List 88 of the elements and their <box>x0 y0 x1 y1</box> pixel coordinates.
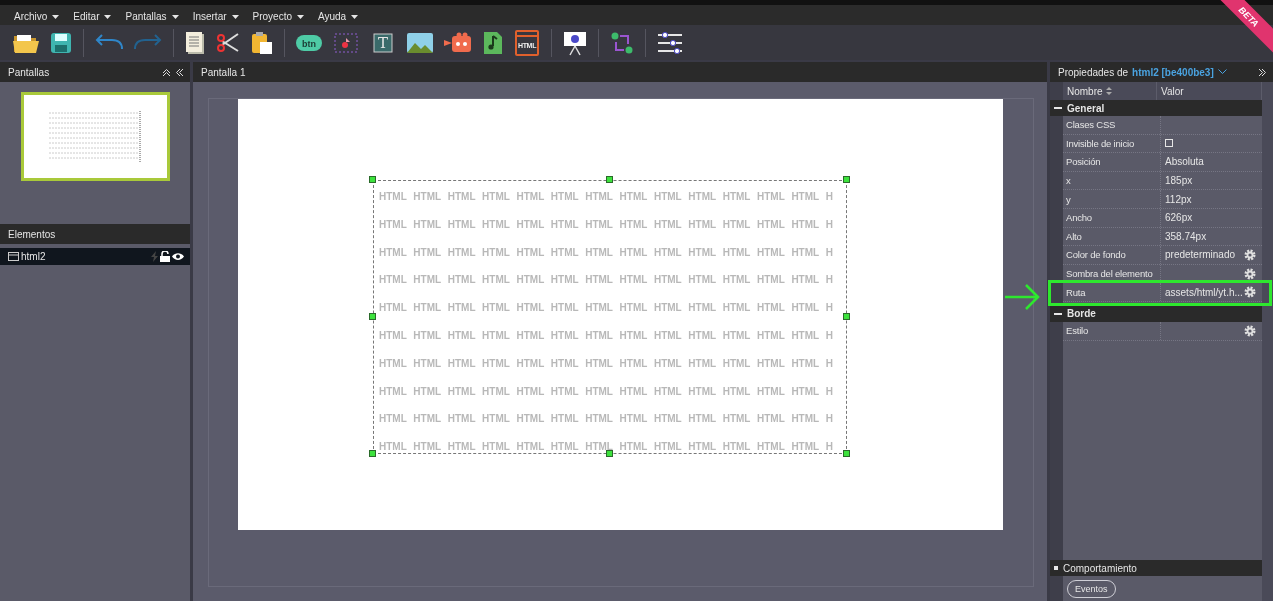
property-name: x <box>1063 171 1161 190</box>
element-item[interactable]: html2 <box>0 248 190 265</box>
menu-item[interactable]: Proyecto <box>246 11 310 22</box>
annotation-arrow <box>1004 284 1040 310</box>
unlocked-padlock-icon[interactable] <box>160 251 170 262</box>
menu-item[interactable]: Insertar <box>186 11 245 22</box>
column-header[interactable]: Nombre <box>1067 85 1103 97</box>
panel-title: Propiedades de <box>1058 66 1129 78</box>
caret-icon <box>171 14 179 19</box>
placeholder-text: HTML HTML HTML HTML HTML HTML HTML HTML HTML HTML HTML HTML HTML H <box>379 301 834 316</box>
section-header: General <box>1050 100 1262 116</box>
property-value: assets/html/yt.h... <box>1165 286 1243 298</box>
resize-handle[interactable] <box>606 450 613 457</box>
placeholder-text: HTML HTML HTML HTML HTML HTML HTML HTML HTML HTML HTML HTML HTML H <box>379 273 834 288</box>
panel-title: Elementos <box>8 228 56 240</box>
placeholder-text: HTML HTML HTML HTML HTML HTML HTML HTML HTML HTML HTML HTML HTML H <box>379 217 834 232</box>
property-name: Ancho <box>1063 208 1161 227</box>
placeholder-text: HTML HTML HTML HTML HTML HTML HTML HTML HTML HTML HTML HTML HTML H <box>379 190 834 204</box>
collapse-icon[interactable] <box>1054 312 1062 315</box>
property-name: Estilo <box>1063 321 1161 340</box>
caret-icon <box>104 14 112 19</box>
gear-icon[interactable] <box>1244 324 1256 337</box>
redo-arrow-icon <box>134 33 162 52</box>
panel-title: Pantallas <box>8 66 50 78</box>
element-selector[interactable]: html2 [be400be3] <box>1132 66 1214 78</box>
collapse-right-icon[interactable] <box>1258 67 1267 77</box>
property-name: Sombra del elemento <box>1063 264 1161 283</box>
screen-thumbnail[interactable] <box>20 92 170 181</box>
checkbox[interactable] <box>1165 139 1173 148</box>
section-header: Comportamiento <box>1050 560 1262 576</box>
property-value: 358.74px <box>1165 230 1207 242</box>
property-name: y <box>1063 190 1161 208</box>
video-camera-icon <box>444 31 472 54</box>
lightning-icon <box>151 251 158 262</box>
scissors-icon <box>216 30 240 55</box>
property-value: predeterminado <box>1165 249 1236 261</box>
document-icon <box>185 30 205 55</box>
caret-icon <box>297 14 304 19</box>
undo-arrow-icon <box>95 33 123 52</box>
resize-handle[interactable] <box>606 176 613 183</box>
property-name: Posición <box>1063 153 1161 171</box>
collapse-left-icon[interactable] <box>175 67 184 77</box>
caret-icon <box>351 14 359 19</box>
property-name: Ruta <box>1063 283 1161 301</box>
placeholder-text: HTML HTML HTML HTML HTML HTML HTML HTML HTML HTML HTML HTML HTML H <box>379 384 834 399</box>
property-value: Absoluta <box>1165 156 1204 168</box>
shapes-frame-icon <box>333 31 359 54</box>
cycle-arrows-icon <box>610 30 634 55</box>
presentation-board-icon <box>563 29 587 56</box>
placeholder-text: HTML HTML HTML HTML HTML HTML HTML HTML HTML HTML HTML HTML HTML H <box>379 356 834 371</box>
landscape-image-icon <box>407 32 433 53</box>
resize-handle[interactable] <box>369 176 376 183</box>
music-note-icon <box>483 30 503 55</box>
column-header: Valor <box>1161 85 1184 97</box>
property-value: 626px <box>1165 212 1193 224</box>
property-name: Clases CSS <box>1063 116 1161 134</box>
caret-icon <box>231 14 239 19</box>
property-value: 112px <box>1165 193 1192 205</box>
chevron-down-icon[interactable] <box>1217 69 1227 75</box>
placeholder-text: HTML HTML HTML HTML HTML HTML HTML HTML HTML HTML HTML HTML HTML H <box>379 412 834 427</box>
placeholder-text: HTML HTML HTML HTML HTML HTML HTML HTML HTML HTML HTML HTML HTML H <box>379 329 834 343</box>
menu-item[interactable]: Ayuda <box>312 11 365 22</box>
property-name: Alto <box>1063 227 1161 246</box>
gear-icon[interactable] <box>1244 248 1256 261</box>
bullet-icon <box>1054 566 1058 570</box>
property-value: 185px <box>1165 175 1193 187</box>
resize-handle[interactable] <box>843 450 850 457</box>
collapse-up-icon[interactable] <box>162 67 171 77</box>
gear-icon[interactable] <box>1244 267 1256 280</box>
sort-icon[interactable] <box>1105 87 1112 95</box>
gear-icon[interactable] <box>1244 286 1256 299</box>
caret-icon <box>52 14 60 19</box>
resize-handle[interactable] <box>843 313 850 320</box>
html-element-icon <box>8 252 19 261</box>
screen-tab[interactable]: Pantalla 1 <box>201 66 246 78</box>
property-name: Color de fondo <box>1063 246 1161 264</box>
menu-item[interactable]: Pantallas <box>119 11 185 22</box>
resize-handle[interactable] <box>843 176 850 183</box>
placeholder-text: HTML HTML HTML HTML HTML HTML HTML HTML HTML HTML HTML HTML HTML H <box>379 440 834 453</box>
resize-handle[interactable] <box>369 313 376 320</box>
property-name: Invisible de inicio <box>1063 134 1161 153</box>
menu-item[interactable]: Editar <box>67 11 118 22</box>
clipboard-icon <box>251 30 273 55</box>
sliders-icon <box>657 31 683 54</box>
placeholder-text: HTML HTML HTML HTML HTML HTML HTML HTML HTML HTML HTML HTML HTML H <box>379 245 834 260</box>
resize-handle[interactable] <box>369 450 376 457</box>
menu-item[interactable]: Archivo <box>8 11 66 22</box>
eye-icon[interactable] <box>172 252 184 261</box>
